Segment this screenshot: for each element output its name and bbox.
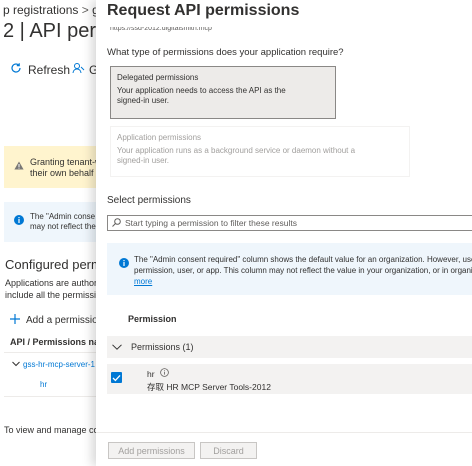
admin-consent-info-banner: The "Admin consent required" column show…	[107, 243, 472, 295]
application-permissions-title: Application permissions	[117, 133, 202, 142]
add-permissions-button[interactable]: Add permissions	[108, 442, 195, 459]
api-permissions-column-header: API / Permissions nam	[10, 337, 108, 347]
info-text-line2: may not reflect the	[30, 222, 96, 231]
permissions-group-label: Permissions (1)	[131, 342, 194, 352]
info-circle-icon[interactable]	[159, 368, 169, 379]
delegated-permissions-title: Delegated permissions	[117, 73, 199, 82]
delegated-permissions-card[interactable]: Delegated permissions Your application n…	[110, 66, 336, 119]
permission-group-name[interactable]: gss-hr-mcp-server-1	[23, 360, 95, 369]
admin-consent-info-line1: The "Admin consent required" column show…	[134, 255, 472, 264]
learn-more-link[interactable]: more	[134, 277, 152, 286]
view-manage-text: To view and manage cor	[4, 425, 102, 435]
footer-divider	[96, 432, 472, 433]
add-permission-label: Add a permission	[26, 315, 104, 326]
grant-button[interactable]: G	[72, 62, 98, 77]
configured-desc-line1: Applications are authori	[5, 278, 100, 288]
permission-description: 存取 HR MCP Server Tools-2012	[147, 382, 271, 392]
delegated-permissions-desc-line1: Your application needs to access the API…	[117, 86, 286, 95]
warning-icon	[14, 157, 24, 175]
api-uri-text: https://ssd-2012.digitalsmlth.mcp	[110, 27, 212, 32]
divider	[4, 396, 96, 397]
panel-title: Request API permissions	[107, 2, 300, 19]
warning-text-line1: Granting tenant-w	[30, 157, 102, 167]
chevron-down-icon	[12, 360, 20, 369]
delegated-permissions-desc-line2: signed-in user.	[117, 96, 170, 105]
permission-group-row[interactable]: gss-hr-mcp-server-1	[12, 360, 95, 369]
request-api-permissions-panel: Request API permissions https://ssd-2012…	[96, 0, 472, 466]
permission-type-question: What type of permissions does your appli…	[107, 47, 344, 58]
permission-link-hr[interactable]: hr	[40, 380, 47, 389]
configured-permissions-description: Applications are authori include all the…	[5, 277, 101, 301]
permission-name: hr	[147, 368, 155, 379]
breadcrumb-separator: >	[81, 3, 89, 17]
plus-icon	[10, 314, 20, 327]
chevron-down-icon	[112, 344, 122, 350]
refresh-icon	[10, 62, 22, 77]
permission-column-header: Permission	[128, 314, 177, 324]
permission-checkbox[interactable]	[111, 372, 122, 383]
permission-row-hr[interactable]: hr 存取 HR MCP Server Tools-2012	[107, 364, 472, 394]
discard-button[interactable]: Discard	[200, 442, 257, 459]
info-banner: The "Admin conse may not reflect the	[4, 202, 104, 242]
application-permissions-desc-line1: Your application runs as a background se…	[117, 146, 356, 155]
info-text-line1: The "Admin conse	[30, 212, 96, 221]
warning-banner: Granting tenant-w their own behalf a	[4, 146, 104, 188]
permissions-group-toggle[interactable]: Permissions (1)	[107, 336, 472, 358]
info-icon	[119, 255, 129, 273]
application-permissions-desc-line2: signed-in user.	[117, 156, 170, 165]
divider	[4, 352, 96, 353]
permission-filter-box[interactable]	[107, 215, 472, 231]
refresh-label: Refresh	[28, 62, 71, 77]
breadcrumb-app-registrations[interactable]: p registrations	[3, 3, 78, 17]
permission-filter-input[interactable]	[125, 218, 455, 228]
add-permission-button[interactable]: Add a permission	[10, 314, 103, 327]
admin-consent-info-line2: permission, user, or app. This column ma…	[134, 266, 472, 275]
user-icon	[72, 62, 85, 77]
configured-desc-line2: include all the permissio	[5, 290, 102, 300]
checkmark-icon	[112, 374, 121, 381]
search-icon	[112, 217, 121, 229]
refresh-button[interactable]: Refresh	[10, 62, 70, 77]
info-icon	[14, 212, 24, 230]
warning-text-line2: their own behalf a	[30, 168, 102, 178]
select-permissions-heading: Select permissions	[107, 195, 191, 206]
application-permissions-card[interactable]: Application permissions Your application…	[110, 126, 410, 177]
